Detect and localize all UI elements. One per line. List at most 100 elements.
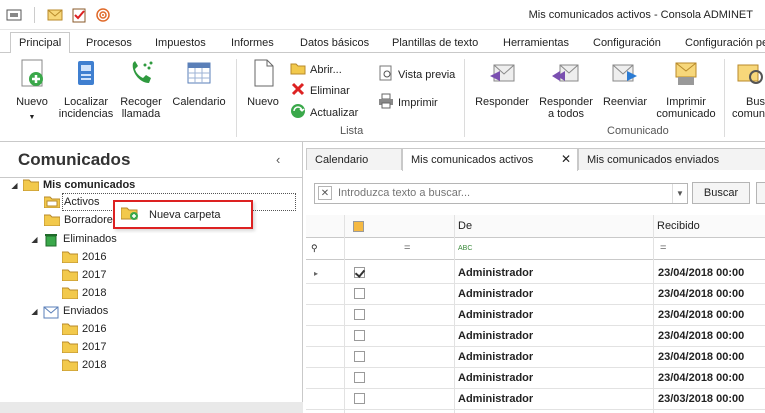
reenviar-button[interactable]: Reenviar	[600, 57, 650, 108]
filter-operator-equals[interactable]: =	[404, 238, 424, 259]
tree-item-enviados-2017[interactable]: 2017	[61, 339, 106, 355]
actualizar-button[interactable]: Actualizar	[290, 103, 358, 122]
drafts-folder-icon	[43, 214, 61, 227]
cell-recibido: 23/04/2018 00:00	[658, 330, 745, 342]
search-dropdown-icon[interactable]: ▼	[672, 184, 687, 203]
collapse-arrow-icon[interactable]: ◢	[30, 307, 39, 316]
grid-header: De Recibido	[306, 215, 765, 238]
column-header-de[interactable]: De	[458, 215, 638, 238]
table-row[interactable]: Administrador 23/04/2018 00:00	[306, 305, 765, 326]
blank-document-icon	[244, 57, 282, 92]
forward-icon	[600, 57, 650, 92]
phone-icon	[116, 57, 166, 92]
collapse-arrow-icon[interactable]: ◢	[10, 181, 19, 190]
tree-item-eliminados[interactable]: ◢ Eliminados	[30, 231, 117, 247]
cell-recibido: 23/03/2018 00:00	[658, 393, 745, 405]
print-message-icon	[654, 57, 718, 92]
buscar-comunicados-button[interactable]: Bus comun	[730, 57, 765, 120]
table-row[interactable]: Administrador 23/03/2018 00:00	[306, 389, 765, 410]
cell-de: Administrador	[458, 330, 534, 342]
doc-tab-calendario[interactable]: Calendario	[306, 148, 402, 170]
filter-text-icon[interactable]: ABC	[458, 238, 498, 259]
window-title: Mis comunicados activos - Consola ADMINE…	[528, 9, 753, 21]
new-folder-icon	[120, 206, 139, 223]
tree-item-mis-comunicados[interactable]: ◢ Mis comunicados	[10, 177, 135, 193]
new-document-icon	[8, 57, 56, 92]
collapse-arrow-icon[interactable]: ◢	[30, 235, 39, 244]
cell-de: Administrador	[458, 393, 534, 405]
tree-item-eliminados-2018[interactable]: 2018	[61, 285, 106, 301]
table-row[interactable]: Administrador 23/04/2018 00:00	[306, 284, 765, 305]
nueva-carpeta-menu-item[interactable]: Nueva carpeta	[115, 202, 251, 227]
buscar-button[interactable]: Buscar	[692, 182, 750, 204]
cell-recibido: 23/04/2018 00:00	[658, 288, 745, 300]
delete-x-icon	[290, 82, 306, 99]
row-checkbox[interactable]	[354, 347, 368, 368]
abrir-button[interactable]: Abrir...	[290, 61, 342, 78]
select-all-checkbox[interactable]	[353, 215, 367, 238]
doc-tab-mis-comunicados-activos[interactable]: Mis comunicados activos ✕	[402, 148, 578, 171]
tree-item-enviados[interactable]: ◢ Enviados	[30, 303, 108, 319]
ribbon: Nuevo ▼ Localizar incidencias Recoger ll…	[0, 53, 765, 142]
tree-item-eliminados-2016[interactable]: 2016	[61, 249, 106, 265]
responder-a-todos-button[interactable]: Responder a todos	[536, 57, 596, 120]
table-row[interactable]: Administrador 23/04/2018 00:00	[306, 368, 765, 389]
imprimir-comunicado-button[interactable]: Imprimir comunicado	[654, 57, 718, 120]
row-checkbox[interactable]	[354, 305, 368, 326]
doc-tab-mis-comunicados-enviados[interactable]: Mis comunicados enviados	[578, 148, 765, 170]
close-tab-icon[interactable]: ✕	[561, 152, 571, 166]
row-checkbox[interactable]	[354, 263, 368, 284]
responder-button[interactable]: Responder	[474, 57, 530, 108]
locate-icon	[58, 57, 114, 92]
cell-recibido: 23/04/2018 00:00	[658, 372, 745, 384]
eliminar-button[interactable]: Eliminar	[290, 82, 350, 99]
horizontal-scrollbar[interactable]	[0, 402, 303, 413]
nuevo-button[interactable]: Nuevo ▼	[8, 57, 56, 124]
calendario-button[interactable]: Calendario	[170, 57, 228, 108]
group-label-lista: Lista	[340, 125, 364, 137]
filter-pin-icon: ⚲	[311, 243, 318, 253]
cell-recibido: 23/04/2018 00:00	[658, 309, 745, 321]
table-row[interactable]: ▸ Administrador 23/04/2018 00:00	[306, 263, 765, 284]
folder-icon	[61, 251, 79, 264]
panel-title: Comunicados	[18, 150, 131, 169]
row-checkbox[interactable]	[354, 368, 368, 389]
collapse-panel-button[interactable]: ‹	[276, 152, 280, 167]
column-header-recibido[interactable]: Recibido	[657, 215, 765, 238]
imprimir-button[interactable]: Imprimir	[378, 93, 438, 112]
vista-previa-button[interactable]: Vista previa	[378, 65, 455, 84]
search-options-button[interactable]	[756, 182, 765, 204]
filter-row: ⚲ = ABC =	[306, 238, 765, 260]
tree-item-enviados-2016[interactable]: 2016	[61, 321, 106, 337]
reply-all-icon	[536, 57, 596, 92]
nuevo-lista-button[interactable]: Nuevo	[244, 57, 282, 108]
tab-principal[interactable]: Principal	[10, 32, 71, 54]
search-message-icon	[734, 57, 765, 92]
table-row[interactable]: Administrador 23/04/2018 00:00	[306, 326, 765, 347]
cell-de: Administrador	[458, 309, 534, 321]
recoger-llamada-button[interactable]: Recoger llamada	[116, 57, 166, 120]
tree-item-enviados-2018[interactable]: 2018	[61, 357, 106, 373]
tree-item-borradores[interactable]: Borradore	[43, 212, 113, 228]
localizar-incidencias-button[interactable]: Localizar incidencias	[58, 57, 114, 120]
clear-search-icon[interactable]: ✕	[318, 186, 332, 200]
filter-operator-equals[interactable]: =	[660, 238, 680, 259]
printer-icon	[378, 93, 394, 112]
row-checkbox[interactable]	[354, 389, 368, 410]
tree-item-eliminados-2017[interactable]: 2017	[61, 267, 106, 283]
refresh-icon	[290, 103, 306, 122]
inbox-folder-icon	[43, 196, 61, 209]
row-checkbox[interactable]	[354, 284, 368, 305]
context-menu: Nueva carpeta	[113, 200, 253, 229]
row-checkbox[interactable]	[354, 326, 368, 347]
cell-recibido: 23/04/2018 00:00	[658, 267, 745, 279]
open-folder-icon	[290, 61, 306, 78]
group-label-comunicado: Comunicado	[607, 125, 669, 137]
folder-icon	[22, 179, 40, 192]
separator	[236, 59, 237, 137]
cell-de: Administrador	[458, 267, 534, 279]
cell-de: Administrador	[458, 372, 534, 384]
table-row[interactable]: Administrador 23/04/2018 00:00	[306, 347, 765, 368]
tree-item-activos[interactable]: Activos	[43, 194, 99, 210]
search-input[interactable]	[338, 184, 668, 202]
